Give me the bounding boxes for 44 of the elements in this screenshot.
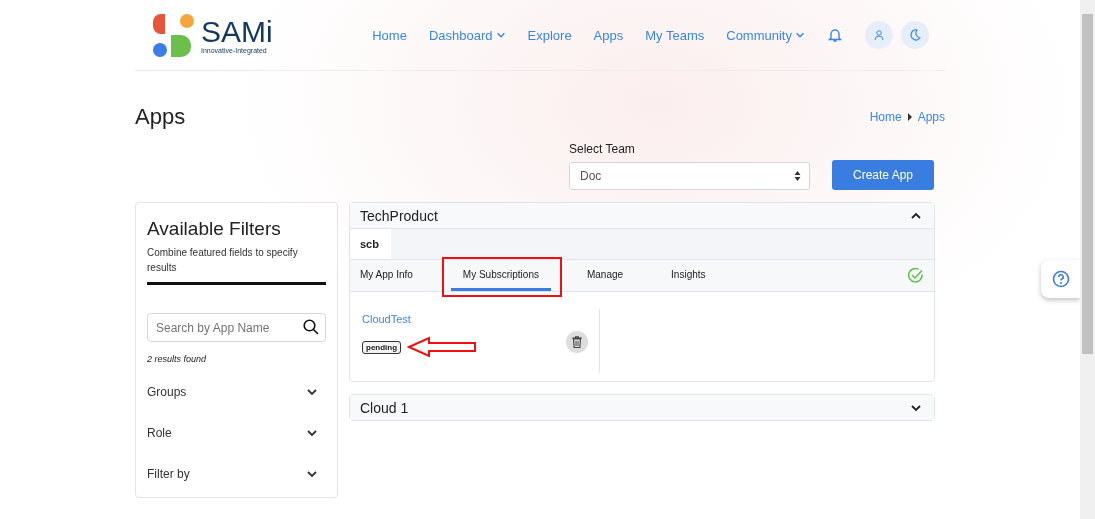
product-header[interactable]: Cloud 1: [350, 395, 934, 420]
tab[interactable]: My Subscriptions: [450, 260, 551, 291]
filter-group[interactable]: Filter by: [147, 461, 326, 487]
chevron-down-icon: [306, 386, 318, 398]
scrollbar[interactable]: [1080, 0, 1095, 519]
arrow-annotation: [407, 336, 478, 358]
tab[interactable]: Insights: [671, 260, 706, 291]
app-link[interactable]: CloudTest: [362, 313, 411, 325]
sort-arrows-icon: [794, 171, 801, 181]
user-icon: [873, 29, 885, 41]
question-icon: [1051, 270, 1070, 288]
chevron-down-icon: [306, 427, 318, 439]
nav-link[interactable]: Dashboard: [428, 27, 506, 43]
trash-icon: [572, 336, 582, 348]
delete-button[interactable]: [566, 331, 588, 353]
tab[interactable]: Manage: [586, 260, 624, 291]
notification-icon[interactable]: [827, 27, 843, 43]
field-label: Select Team: [569, 142, 636, 156]
moon-icon: [908, 28, 922, 42]
filter-group[interactable]: Role: [147, 420, 326, 446]
search-field[interactable]: Search by App Name: [147, 313, 326, 342]
brand-name: SAMi: [201, 16, 273, 47]
caret-icon: [906, 113, 913, 121]
filter-group[interactable]: Groups: [147, 379, 326, 405]
team-select[interactable]: Doc: [569, 162, 810, 190]
dark-mode-button[interactable]: [901, 21, 929, 49]
create-app-button[interactable]: Create App: [832, 160, 934, 190]
status-tag: pending: [362, 340, 402, 354]
product-header[interactable]: TechProduct: [350, 203, 934, 228]
nav-link[interactable]: Apps: [593, 27, 624, 43]
user-button[interactable]: [865, 21, 893, 49]
logo-icon: [153, 13, 195, 57]
tab[interactable]: My App Info: [360, 260, 413, 291]
breadcrumb-link[interactable]: Home: [869, 110, 902, 124]
team-tab[interactable]: scb: [350, 229, 391, 259]
filters-title: Available Filters: [147, 218, 282, 240]
filters-subtitle: Combine featured fields to specify results: [147, 246, 299, 275]
results-count: 2 results found: [147, 354, 208, 364]
chevron-down-icon: [306, 468, 318, 480]
nav-link[interactable]: Home: [372, 27, 407, 43]
help-button[interactable]: [1041, 260, 1080, 298]
page-title: Apps: [135, 104, 186, 130]
breadcrumb-link[interactable]: Apps: [917, 110, 945, 124]
search-icon: [303, 319, 319, 335]
